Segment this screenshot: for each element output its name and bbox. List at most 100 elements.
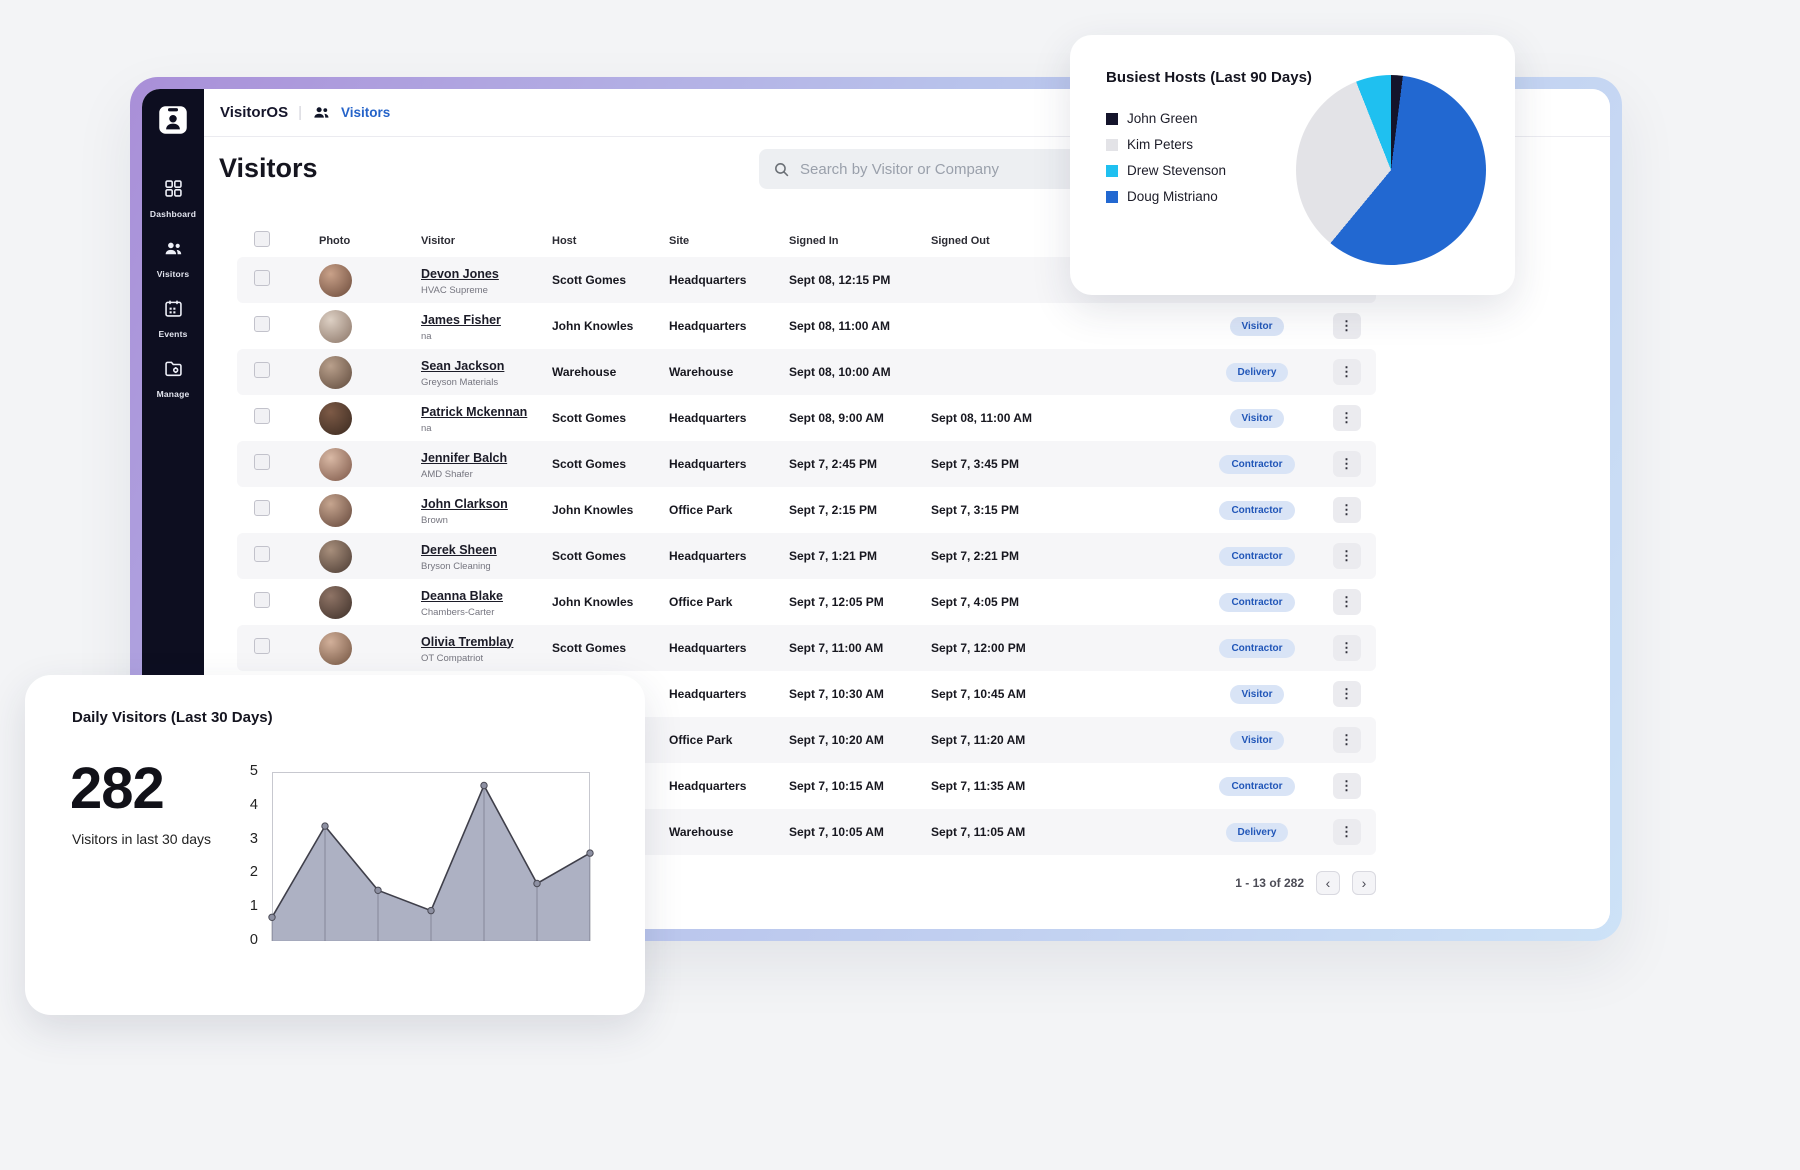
y-axis-tick-label: 5	[250, 763, 258, 779]
host-cell: John Knowles	[552, 595, 669, 609]
table-row[interactable]: Jennifer Balch AMD Shafer Scott Gomes He…	[237, 441, 1376, 487]
legend-label: Kim Peters	[1127, 137, 1193, 152]
sidebar-item-dashboard[interactable]: Dashboard	[142, 169, 204, 229]
site-cell: Warehouse	[669, 825, 789, 839]
select-all-checkbox[interactable]	[254, 231, 270, 247]
row-checkbox[interactable]	[254, 454, 270, 470]
visitor-company: Greyson Materials	[421, 377, 552, 388]
visitor-name-link[interactable]: Derek Sheen	[421, 543, 497, 557]
daily-visitors-plot-svg	[272, 772, 590, 941]
visitor-name-link[interactable]: Devon Jones	[421, 267, 499, 281]
breadcrumb-current[interactable]: Visitors	[341, 105, 390, 120]
table-row[interactable]: Olivia Tremblay OT Compatriot Scott Gome…	[237, 625, 1376, 671]
table-row[interactable]: James Fisher na John Knowles Headquarter…	[237, 303, 1376, 349]
row-checkbox[interactable]	[254, 408, 270, 424]
avatar	[319, 264, 352, 297]
table-row[interactable]: Patrick Mckennan na Scott Gomes Headquar…	[237, 395, 1376, 441]
visitor-type-badge: Visitor	[1230, 731, 1285, 750]
site-cell: Office Park	[669, 595, 789, 609]
dashboard-grid-icon	[163, 178, 184, 204]
visitor-type-badge: Contractor	[1219, 639, 1294, 658]
site-cell: Warehouse	[669, 365, 789, 379]
host-cell: Scott Gomes	[552, 411, 669, 425]
host-cell: Scott Gomes	[552, 549, 669, 563]
row-checkbox[interactable]	[254, 546, 270, 562]
table-row[interactable]: John Clarkson Brown John Knowles Office …	[237, 487, 1376, 533]
header-photo: Photo	[304, 235, 421, 247]
visitor-type-badge: Visitor	[1230, 409, 1285, 428]
avatar	[319, 402, 352, 435]
row-checkbox[interactable]	[254, 638, 270, 654]
sidebar-item-events[interactable]: Events	[142, 289, 204, 349]
host-cell: Scott Gomes	[552, 641, 669, 655]
next-page-button[interactable]: ›	[1352, 871, 1376, 895]
legend-swatch-icon	[1106, 165, 1118, 177]
site-cell: Headquarters	[669, 687, 789, 701]
y-axis-tick-label: 0	[250, 932, 258, 948]
visitor-name-link[interactable]: Deanna Blake	[421, 589, 503, 603]
visitor-name-link[interactable]: Olivia Tremblay	[421, 635, 513, 649]
row-menu-kebab-button[interactable]: ⋮	[1333, 543, 1361, 569]
row-menu-kebab-button[interactable]: ⋮	[1333, 497, 1361, 523]
table-row[interactable]: Derek Sheen Bryson Cleaning Scott Gomes …	[237, 533, 1376, 579]
row-checkbox[interactable]	[254, 362, 270, 378]
search-icon	[773, 161, 790, 178]
visitor-name-link[interactable]: James Fisher	[421, 313, 501, 327]
visitor-name-link[interactable]: Jennifer Balch	[421, 451, 507, 465]
row-menu-kebab-button[interactable]: ⋮	[1333, 681, 1361, 707]
row-checkbox[interactable]	[254, 592, 270, 608]
row-checkbox[interactable]	[254, 500, 270, 516]
row-menu-kebab-button[interactable]: ⋮	[1333, 405, 1361, 431]
avatar	[319, 448, 352, 481]
signed-out-cell: Sept 08, 11:00 AM	[931, 411, 1197, 425]
legend-item: John Green	[1106, 111, 1226, 126]
row-menu-kebab-button[interactable]: ⋮	[1333, 589, 1361, 615]
site-cell: Headquarters	[669, 319, 789, 333]
table-row[interactable]: Sean Jackson Greyson Materials Warehouse…	[237, 349, 1376, 395]
row-menu-kebab-button[interactable]: ⋮	[1333, 819, 1361, 845]
header-site: Site	[669, 235, 789, 247]
visitor-name-link[interactable]: Patrick Mckennan	[421, 405, 527, 419]
breadcrumb-people-icon	[312, 103, 331, 122]
row-menu-kebab-button[interactable]: ⋮	[1333, 313, 1361, 339]
table-row[interactable]: Deanna Blake Chambers-Carter John Knowle…	[237, 579, 1376, 625]
signed-out-cell: Sept 7, 10:45 AM	[931, 687, 1197, 701]
sidebar-item-manage[interactable]: Manage	[142, 349, 204, 409]
header-visitor: Visitor	[421, 235, 552, 247]
site-cell: Headquarters	[669, 457, 789, 471]
page-title: Visitors	[219, 153, 318, 184]
row-checkbox[interactable]	[254, 316, 270, 332]
row-menu-kebab-button[interactable]: ⋮	[1333, 451, 1361, 477]
legend-label: Doug Mistriano	[1127, 189, 1218, 204]
signed-out-cell: Sept 7, 4:05 PM	[931, 595, 1197, 609]
sidebar-label-dashboard: Dashboard	[150, 209, 196, 219]
visitor-company: HVAC Supreme	[421, 285, 552, 296]
visitor-type-badge: Delivery	[1226, 823, 1289, 842]
legend-swatch-icon	[1106, 113, 1118, 125]
visitor-company: na	[421, 331, 552, 342]
row-menu-kebab-button[interactable]: ⋮	[1333, 773, 1361, 799]
signed-in-cell: Sept 7, 10:05 AM	[789, 825, 931, 839]
signed-in-cell: Sept 7, 11:00 AM	[789, 641, 931, 655]
manage-folder-gear-icon	[163, 358, 184, 384]
signed-out-cell: Sept 7, 11:20 AM	[931, 733, 1197, 747]
visitor-company: na	[421, 423, 552, 434]
header-host: Host	[552, 235, 669, 247]
visitor-name-link[interactable]: Sean Jackson	[421, 359, 504, 373]
pagination: 1 - 13 of 282 ‹ ›	[1235, 871, 1376, 895]
row-menu-kebab-button[interactable]: ⋮	[1333, 359, 1361, 385]
prev-page-button[interactable]: ‹	[1316, 871, 1340, 895]
host-cell: Scott Gomes	[552, 457, 669, 471]
visitor-name-link[interactable]: John Clarkson	[421, 497, 508, 511]
avatar	[319, 356, 352, 389]
visitor-company: AMD Shafer	[421, 469, 552, 480]
visitor-type-badge: Contractor	[1219, 547, 1294, 566]
row-checkbox[interactable]	[254, 270, 270, 286]
row-menu-kebab-button[interactable]: ⋮	[1333, 727, 1361, 753]
site-cell: Headquarters	[669, 273, 789, 287]
row-menu-kebab-button[interactable]: ⋮	[1333, 635, 1361, 661]
visitor-company: Bryson Cleaning	[421, 561, 552, 572]
visitor-company: Brown	[421, 515, 552, 526]
sidebar-item-visitors[interactable]: Visitors	[142, 229, 204, 289]
signed-in-cell: Sept 08, 12:15 PM	[789, 273, 931, 287]
